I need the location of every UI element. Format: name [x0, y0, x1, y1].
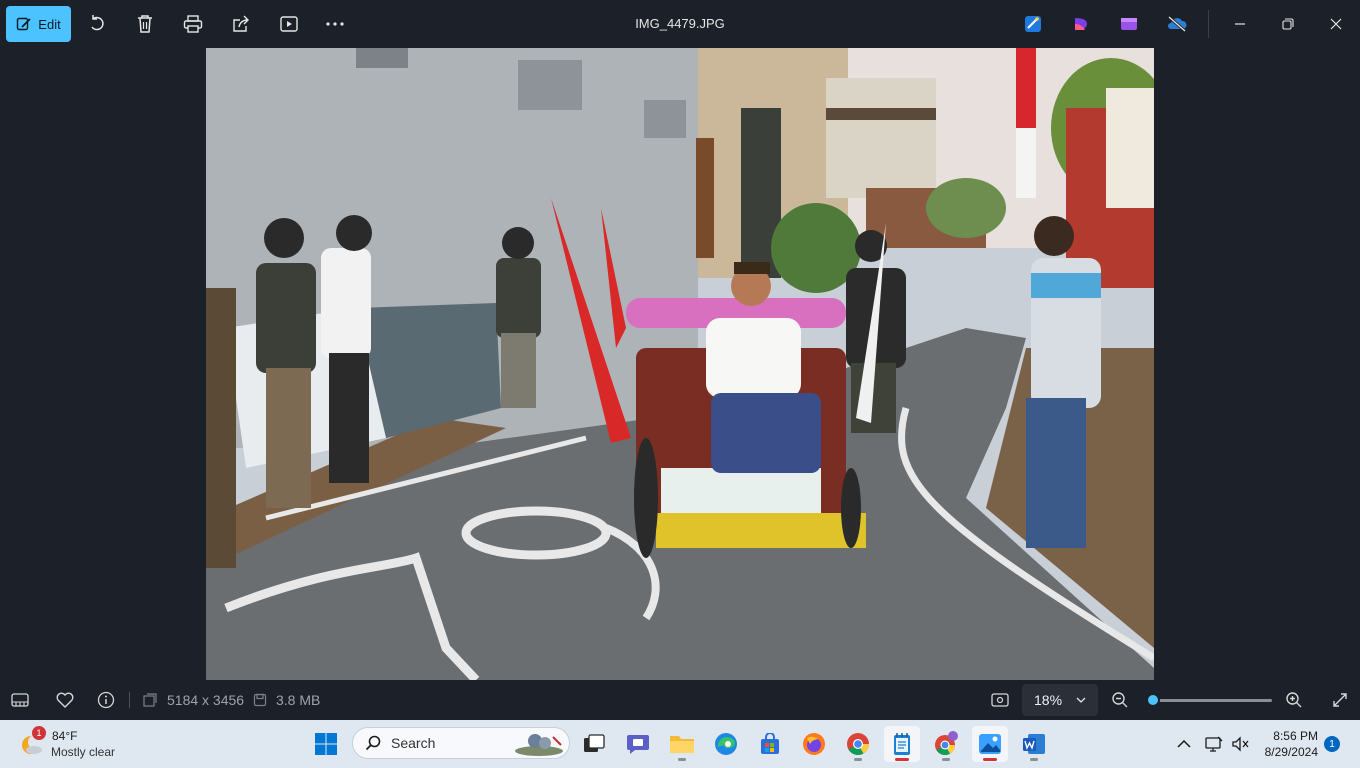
- delete-icon[interactable]: [133, 12, 157, 36]
- zoom-in-icon[interactable]: [1284, 690, 1304, 710]
- notepad-button[interactable]: [884, 726, 920, 762]
- window-title: IMG_4479.JPG: [635, 16, 725, 31]
- status-bar: 5184 x 3456 3.8 MB 18%: [0, 680, 1360, 720]
- taskbar-search[interactable]: Search: [352, 727, 570, 759]
- minimize-icon[interactable]: [1228, 12, 1252, 36]
- app-running-indicator: [854, 758, 862, 761]
- share-icon[interactable]: [229, 12, 253, 36]
- weather-widget[interactable]: 1 84°F Mostly clear: [18, 726, 158, 762]
- file-size-icon: [250, 690, 270, 710]
- info-icon[interactable]: [96, 690, 116, 710]
- file-explorer-button[interactable]: [664, 726, 700, 762]
- close-icon[interactable]: [1324, 12, 1348, 36]
- zoom-out-icon[interactable]: [1110, 690, 1130, 710]
- search-icon: [365, 735, 381, 751]
- fit-to-window-icon[interactable]: [990, 690, 1010, 710]
- task-view-icon: [584, 734, 605, 752]
- image-dimensions: 5184 x 3456: [167, 692, 245, 708]
- designer-app-icon[interactable]: [1021, 12, 1045, 36]
- photo-image: [206, 48, 1154, 680]
- app-active-indicator: [895, 758, 909, 761]
- show-hidden-icons-button[interactable]: [1168, 726, 1200, 762]
- photos-button[interactable]: [972, 726, 1008, 762]
- word-button[interactable]: [1016, 726, 1052, 762]
- edit-label: Edit: [38, 16, 61, 32]
- search-label: Search: [391, 735, 436, 751]
- app-running-indicator: [1030, 758, 1038, 761]
- clock-time: 8:56 PM: [1273, 729, 1318, 743]
- chevron-down-icon: [1076, 697, 1086, 703]
- zoom-slider-thumb[interactable]: [1146, 693, 1160, 707]
- app-running-indicator: [942, 758, 950, 761]
- filmstrip-icon[interactable]: [10, 690, 30, 710]
- notepad-icon: [894, 733, 910, 755]
- store-icon: [761, 733, 779, 754]
- photo-canvas[interactable]: [206, 48, 1154, 680]
- zoom-slider-track[interactable]: [1152, 699, 1272, 702]
- app-active-indicator: [983, 758, 997, 761]
- weather-temp: 84°F: [52, 729, 78, 743]
- restore-icon[interactable]: [1276, 12, 1300, 36]
- weather-badge: 1: [32, 726, 46, 740]
- chrome-icon: [847, 733, 869, 755]
- volume-muted-icon: [1232, 736, 1249, 752]
- edge-icon: [715, 733, 737, 755]
- clipchamp-video-icon[interactable]: [1117, 12, 1141, 36]
- photos-icon: [979, 734, 1001, 754]
- title-bar: Edit IMG_4479.JPG: [0, 0, 1360, 48]
- chevron-up-icon: [1177, 739, 1191, 748]
- start-button[interactable]: [308, 726, 344, 762]
- chrome-profile-icon: [935, 731, 958, 755]
- folder-icon: [670, 736, 694, 753]
- taskbar: 1 84°F Mostly clear Search 8:56 PM 8/29/…: [0, 720, 1360, 768]
- app-running-indicator: [678, 758, 686, 761]
- favorite-icon[interactable]: [55, 690, 75, 710]
- windows-logo-icon: [315, 733, 337, 755]
- word-icon: [1023, 734, 1045, 754]
- notification-badge[interactable]: 1: [1324, 736, 1340, 752]
- more-icon[interactable]: [323, 12, 347, 36]
- search-highlight-icon: [515, 734, 563, 756]
- clock-date: 8/29/2024: [1264, 745, 1318, 759]
- volume-button[interactable]: [1224, 726, 1256, 762]
- zoom-dropdown[interactable]: 18%: [1022, 684, 1098, 716]
- status-divider: [129, 692, 130, 708]
- clipchamp-app-icon[interactable]: [1069, 12, 1093, 36]
- fullscreen-icon[interactable]: [1330, 690, 1350, 710]
- slideshow-icon[interactable]: [277, 12, 301, 36]
- edit-icon: [17, 17, 31, 31]
- firefox-button[interactable]: [796, 726, 832, 762]
- dimensions-icon: [140, 690, 160, 710]
- chrome-profile-button[interactable]: [928, 726, 964, 762]
- edit-button[interactable]: Edit: [6, 6, 71, 42]
- title-bar-divider: [1208, 10, 1209, 38]
- zoom-value: 18%: [1034, 692, 1063, 708]
- rotate-icon[interactable]: [85, 12, 109, 36]
- task-view-button[interactable]: [576, 726, 612, 762]
- firefox-icon: [803, 733, 825, 755]
- file-size: 3.8 MB: [276, 692, 321, 708]
- store-button[interactable]: [752, 726, 788, 762]
- teams-chat-icon: [627, 735, 649, 754]
- chrome-button[interactable]: [840, 726, 876, 762]
- edge-button[interactable]: [708, 726, 744, 762]
- taskbar-clock[interactable]: 8:56 PM 8/29/2024: [1258, 728, 1318, 760]
- onedrive-offline-icon[interactable]: [1165, 12, 1189, 36]
- print-icon[interactable]: [181, 12, 205, 36]
- network-icon: [1205, 736, 1223, 752]
- teams-chat-button[interactable]: [620, 726, 656, 762]
- weather-desc: Mostly clear: [51, 745, 116, 759]
